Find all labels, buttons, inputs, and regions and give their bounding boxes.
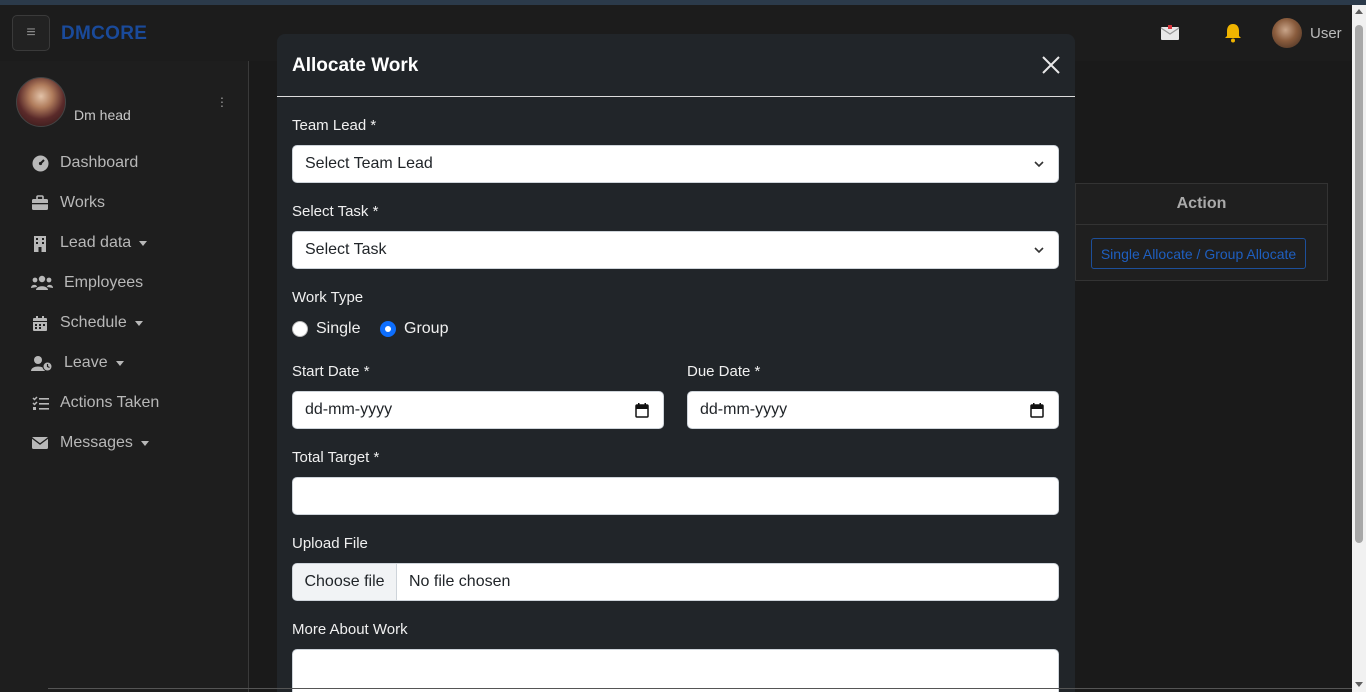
envelope-icon [31, 434, 49, 452]
team-lead-select[interactable]: Select Team Lead [292, 145, 1059, 183]
menu-toggle-button[interactable]: ≡ [12, 15, 50, 51]
list-check-icon [31, 394, 49, 412]
sidebar-item-label: Dashboard [60, 154, 139, 171]
more-about-work-textarea[interactable] [292, 649, 1059, 692]
team-lead-label: Team Lead * [292, 117, 377, 134]
chevron-down-icon [1034, 247, 1044, 254]
sidebar-item-messages[interactable]: Messages [0, 423, 249, 463]
allocate-work-modal: Allocate Work Team Lead * Select Team Le… [277, 34, 1075, 692]
user-avatar[interactable] [1272, 18, 1302, 48]
work-type-single-label[interactable]: Single [316, 320, 360, 338]
scroll-up-arrow-icon[interactable] [1355, 9, 1363, 14]
building-icon [31, 234, 49, 252]
close-icon[interactable] [1040, 54, 1062, 76]
due-date-placeholder: dd-mm-yyyy [700, 401, 788, 418]
sidebar-item-lead-data[interactable]: Lead data [0, 223, 249, 263]
chevron-down-icon [1034, 161, 1044, 168]
table-header-action: Action [1076, 184, 1327, 225]
allocation-table: Action Single Allocate / Group Allocate [1075, 183, 1328, 281]
users-icon [31, 274, 53, 292]
allocate-button[interactable]: Single Allocate / Group Allocate [1091, 238, 1306, 269]
modal-header: Allocate Work [277, 34, 1075, 97]
sidebar-item-label: Schedule [60, 314, 127, 331]
kebab-menu-icon[interactable]: · · · [217, 90, 227, 112]
scrollbar-thumb[interactable] [1355, 25, 1363, 543]
sidebar-item-dashboard[interactable]: Dashboard [0, 143, 249, 183]
dashboard-icon [31, 154, 49, 172]
total-target-label: Total Target * [292, 449, 380, 466]
profile-avatar [16, 77, 66, 127]
chevron-down-icon [115, 360, 124, 366]
sidebar-item-label: Messages [60, 434, 133, 451]
upload-file-label: Upload File [292, 535, 368, 552]
task-select[interactable]: Select Task [292, 231, 1059, 269]
total-target-input[interactable] [292, 477, 1059, 515]
sidebar-menu: Dashboard Works Lead data Employees Sche… [0, 143, 249, 463]
sidebar-item-label: Lead data [60, 234, 132, 251]
start-date-placeholder: dd-mm-yyyy [305, 401, 393, 418]
sidebar-item-schedule[interactable]: Schedule [0, 303, 249, 343]
start-date-label: Start Date * [292, 363, 370, 380]
chevron-down-icon [140, 440, 149, 446]
sidebar-item-actions-taken[interactable]: Actions Taken [0, 383, 249, 423]
sidebar-item-label: Actions Taken [60, 394, 160, 411]
task-select-value: Select Task [305, 241, 387, 258]
due-date-label: Due Date * [687, 363, 761, 380]
chevron-down-icon [134, 320, 143, 326]
scroll-down-arrow-icon[interactable] [1355, 682, 1363, 687]
user-menu-label[interactable]: User [1310, 25, 1342, 42]
sidebar-item-label: Leave [64, 354, 108, 371]
sidebar-item-label: Works [60, 194, 106, 211]
bell-icon[interactable] [1224, 23, 1242, 43]
briefcase-icon [31, 194, 49, 212]
brand-logo[interactable]: DMCORE [61, 23, 147, 45]
work-type-single-radio[interactable] [292, 321, 308, 337]
sidebar-item-leave[interactable]: Leave [0, 343, 249, 383]
sidebar-item-employees[interactable]: Employees [0, 263, 249, 303]
work-type-group-label[interactable]: Group [404, 320, 448, 338]
sidebar-item-works[interactable]: Works [0, 183, 249, 223]
sidebar: Dm head ··· Dashboard Works Lead data [0, 61, 249, 692]
sidebar-item-label: Employees [64, 274, 144, 291]
user-clock-icon [31, 354, 53, 372]
work-type-label: Work Type [292, 289, 364, 306]
upload-file-input[interactable]: Choose file No file chosen [292, 563, 1059, 601]
work-type-group-radio[interactable] [380, 321, 396, 337]
choose-file-button[interactable]: Choose file [293, 564, 397, 600]
horizontal-divider [48, 688, 1352, 689]
file-status: No file chosen [409, 573, 511, 590]
due-date-input[interactable]: dd-mm-yyyy [687, 391, 1059, 429]
mail-icon[interactable] [1160, 25, 1180, 41]
modal-title: Allocate Work [292, 55, 419, 76]
hamburger-icon: ≡ [26, 24, 36, 41]
calendar-icon [31, 314, 49, 332]
team-lead-select-value: Select Team Lead [305, 155, 433, 172]
profile-name: Dm head [74, 107, 131, 123]
task-label: Select Task * [292, 203, 379, 220]
calendar-icon[interactable] [635, 403, 649, 418]
chevron-down-icon [139, 240, 148, 246]
start-date-input[interactable]: dd-mm-yyyy [292, 391, 664, 429]
more-about-work-label: More About Work [292, 621, 408, 638]
calendar-icon[interactable] [1030, 403, 1044, 418]
page-scrollbar[interactable] [1352, 5, 1366, 692]
